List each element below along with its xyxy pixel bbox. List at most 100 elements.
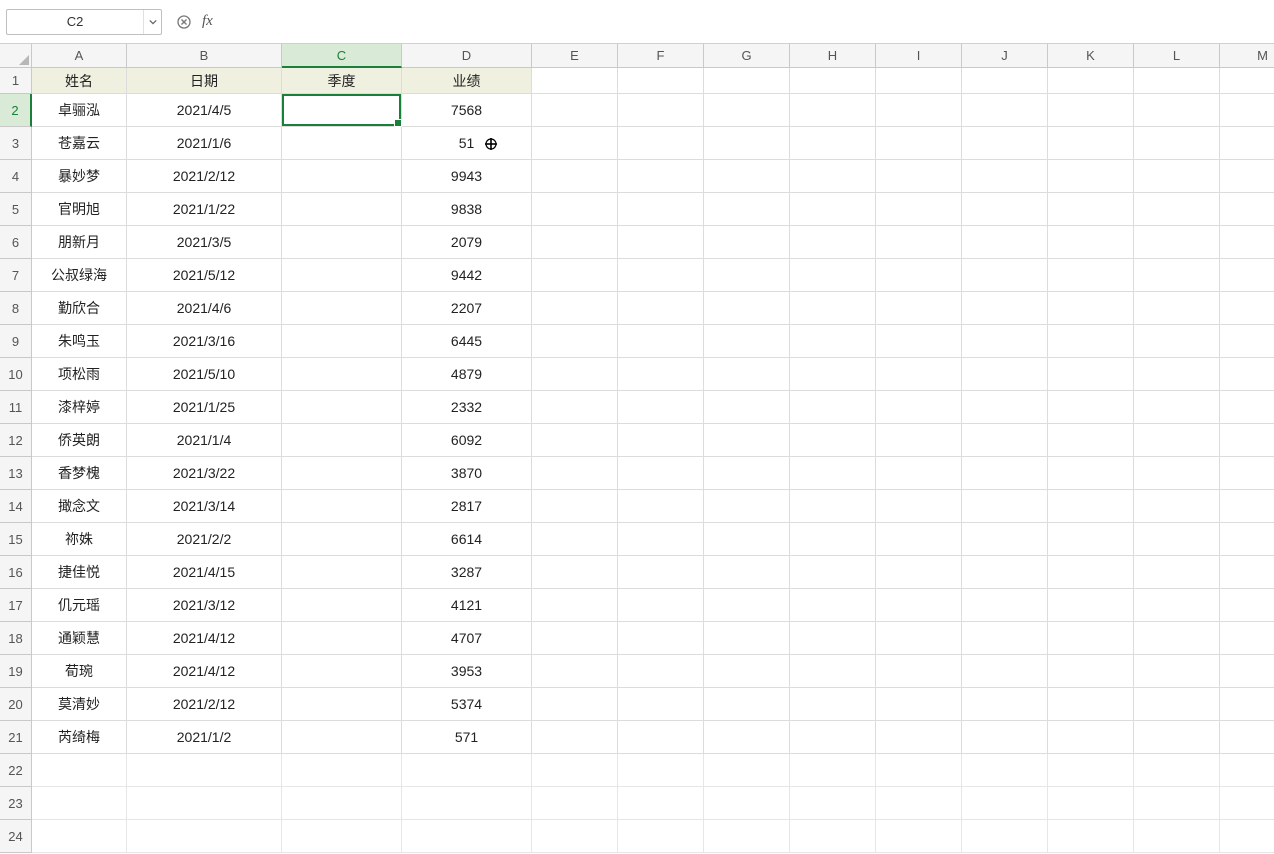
cell-I1[interactable] <box>876 68 962 94</box>
cell-J8[interactable] <box>962 292 1048 325</box>
cell-E7[interactable] <box>532 259 618 292</box>
cell-L15[interactable] <box>1134 523 1220 556</box>
cell-D11[interactable]: 2332 <box>402 391 532 424</box>
cell-K1[interactable] <box>1048 68 1134 94</box>
cell-I13[interactable] <box>876 457 962 490</box>
cell-E2[interactable] <box>532 94 618 127</box>
cell-M9[interactable] <box>1220 325 1274 358</box>
cell-D22[interactable] <box>402 754 532 787</box>
cell-M2[interactable] <box>1220 94 1274 127</box>
cell-G15[interactable] <box>704 523 790 556</box>
cell-A11[interactable]: 漆梓婷 <box>32 391 127 424</box>
cell-B11[interactable]: 2021/1/25 <box>127 391 282 424</box>
cell-E17[interactable] <box>532 589 618 622</box>
cell-C4[interactable] <box>282 160 402 193</box>
cell-G17[interactable] <box>704 589 790 622</box>
cell-C8[interactable] <box>282 292 402 325</box>
cell-D17[interactable]: 4121 <box>402 589 532 622</box>
cell-A9[interactable]: 朱鸣玉 <box>32 325 127 358</box>
cell-I15[interactable] <box>876 523 962 556</box>
cell-B15[interactable]: 2021/2/2 <box>127 523 282 556</box>
cell-I2[interactable] <box>876 94 962 127</box>
cell-B8[interactable]: 2021/4/6 <box>127 292 282 325</box>
cell-G22[interactable] <box>704 754 790 787</box>
cell-D5[interactable]: 9838 <box>402 193 532 226</box>
cell-M21[interactable] <box>1220 721 1274 754</box>
cell-E5[interactable] <box>532 193 618 226</box>
cell-J23[interactable] <box>962 787 1048 820</box>
row-header-1[interactable]: 1 <box>0 68 32 94</box>
row-header-2[interactable]: 2 <box>0 94 32 127</box>
cell-G5[interactable] <box>704 193 790 226</box>
cell-B23[interactable] <box>127 787 282 820</box>
cell-I16[interactable] <box>876 556 962 589</box>
cell-J6[interactable] <box>962 226 1048 259</box>
cell-D7[interactable]: 9442 <box>402 259 532 292</box>
cell-F4[interactable] <box>618 160 704 193</box>
cell-B4[interactable]: 2021/2/12 <box>127 160 282 193</box>
cell-I9[interactable] <box>876 325 962 358</box>
cell-I22[interactable] <box>876 754 962 787</box>
cell-J4[interactable] <box>962 160 1048 193</box>
cell-I14[interactable] <box>876 490 962 523</box>
cell-J14[interactable] <box>962 490 1048 523</box>
row-header-4[interactable]: 4 <box>0 160 32 193</box>
formula-input[interactable] <box>221 9 1268 35</box>
cell-I12[interactable] <box>876 424 962 457</box>
cell-L19[interactable] <box>1134 655 1220 688</box>
cell-B10[interactable]: 2021/5/10 <box>127 358 282 391</box>
cell-L9[interactable] <box>1134 325 1220 358</box>
cell-A14[interactable]: 撖念文 <box>32 490 127 523</box>
cell-H17[interactable] <box>790 589 876 622</box>
cell-K19[interactable] <box>1048 655 1134 688</box>
cell-G6[interactable] <box>704 226 790 259</box>
cell-F19[interactable] <box>618 655 704 688</box>
cell-G19[interactable] <box>704 655 790 688</box>
cell-C14[interactable] <box>282 490 402 523</box>
row-header-24[interactable]: 24 <box>0 820 32 853</box>
cell-K17[interactable] <box>1048 589 1134 622</box>
cell-M22[interactable] <box>1220 754 1274 787</box>
row-header-17[interactable]: 17 <box>0 589 32 622</box>
cell-J13[interactable] <box>962 457 1048 490</box>
cell-L18[interactable] <box>1134 622 1220 655</box>
cell-K7[interactable] <box>1048 259 1134 292</box>
cell-H24[interactable] <box>790 820 876 853</box>
cell-B13[interactable]: 2021/3/22 <box>127 457 282 490</box>
cell-F8[interactable] <box>618 292 704 325</box>
cell-C17[interactable] <box>282 589 402 622</box>
cell-H13[interactable] <box>790 457 876 490</box>
cell-A13[interactable]: 香梦槐 <box>32 457 127 490</box>
cell-G8[interactable] <box>704 292 790 325</box>
cell-J12[interactable] <box>962 424 1048 457</box>
cell-E9[interactable] <box>532 325 618 358</box>
cell-D13[interactable]: 3870 <box>402 457 532 490</box>
cell-F21[interactable] <box>618 721 704 754</box>
cell-L20[interactable] <box>1134 688 1220 721</box>
cell-G20[interactable] <box>704 688 790 721</box>
cell-G16[interactable] <box>704 556 790 589</box>
cell-G14[interactable] <box>704 490 790 523</box>
cell-I24[interactable] <box>876 820 962 853</box>
cell-J20[interactable] <box>962 688 1048 721</box>
cell-H22[interactable] <box>790 754 876 787</box>
cell-F12[interactable] <box>618 424 704 457</box>
cell-F23[interactable] <box>618 787 704 820</box>
cell-B21[interactable]: 2021/1/2 <box>127 721 282 754</box>
cell-M14[interactable] <box>1220 490 1274 523</box>
cell-L23[interactable] <box>1134 787 1220 820</box>
cell-L4[interactable] <box>1134 160 1220 193</box>
cell-F14[interactable] <box>618 490 704 523</box>
row-header-10[interactable]: 10 <box>0 358 32 391</box>
cell-J21[interactable] <box>962 721 1048 754</box>
cell-A4[interactable]: 暴妙梦 <box>32 160 127 193</box>
cell-F2[interactable] <box>618 94 704 127</box>
cell-F13[interactable] <box>618 457 704 490</box>
cell-A24[interactable] <box>32 820 127 853</box>
cell-E18[interactable] <box>532 622 618 655</box>
cell-F24[interactable] <box>618 820 704 853</box>
row-header-12[interactable]: 12 <box>0 424 32 457</box>
cell-D2[interactable]: 7568 <box>402 94 532 127</box>
cell-B20[interactable]: 2021/2/12 <box>127 688 282 721</box>
cell-F5[interactable] <box>618 193 704 226</box>
